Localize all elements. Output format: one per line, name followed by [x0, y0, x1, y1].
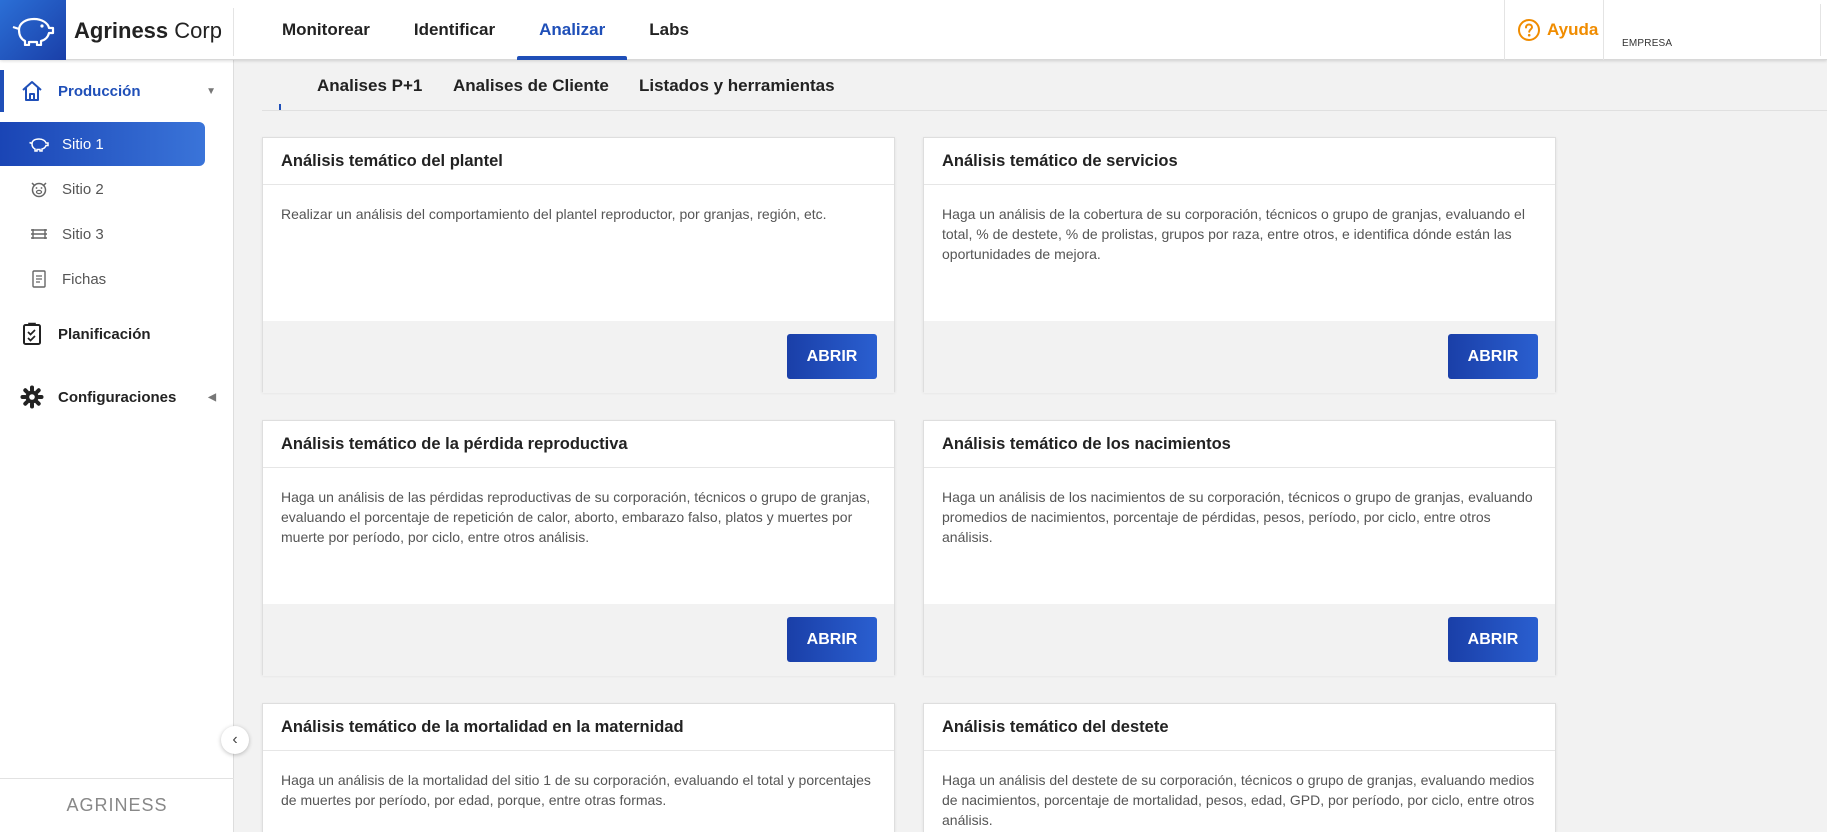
- card-description: Realizar un análisis del comportamiento …: [281, 206, 827, 222]
- open-button[interactable]: ABRIR: [1448, 617, 1538, 662]
- sidebar-item-fichas[interactable]: Fichas: [0, 257, 205, 301]
- brand-name: Agriness Corp: [74, 18, 222, 43]
- pen-icon: [28, 227, 50, 241]
- card-title: Análisis temático del destete: [924, 704, 1555, 751]
- tab-analises-p1[interactable]: Analises P+1: [317, 76, 422, 96]
- sidebar-item-sitio-3[interactable]: Sitio 3: [0, 212, 205, 256]
- card-footer: ABRIR: [263, 604, 894, 676]
- sidebar-item-sitio-1[interactable]: Sitio 1: [0, 122, 205, 166]
- pig-icon: [28, 136, 50, 152]
- nav-analizar[interactable]: Analizar: [517, 0, 628, 60]
- chevron-left-icon: ‹: [232, 731, 238, 748]
- checklist-icon: [20, 322, 44, 346]
- home-icon: [20, 79, 44, 103]
- sidebar-group-label: Planificación: [58, 325, 151, 343]
- nav-labs[interactable]: Labs: [627, 0, 711, 60]
- analysis-card-mortalidad-maternidad: Análisis temático de la mortalidad en la…: [262, 703, 895, 832]
- divider: [233, 8, 234, 56]
- tab-listados-herramientas[interactable]: Listados y herramientas: [639, 76, 835, 96]
- card-title: Análisis temático de la mortalidad en la…: [263, 704, 894, 751]
- piglet-face-icon: [28, 180, 50, 198]
- app-logo[interactable]: [0, 0, 66, 60]
- tab-analises-cliente[interactable]: Analises de Cliente: [453, 76, 609, 96]
- pig-logo-icon: [12, 17, 55, 46]
- card-title: Análisis temático del plantel: [263, 138, 894, 185]
- sidebar-group-configuraciones[interactable]: Configuraciones ◀: [0, 376, 234, 418]
- sidebar-group-label: Producción: [58, 82, 141, 100]
- sidebar-item-sitio-2[interactable]: Sitio 2: [0, 167, 205, 211]
- card-footer: ABRIR: [924, 321, 1555, 393]
- sidebar-group-label: Configuraciones: [58, 388, 177, 406]
- analysis-card-plantel: Análisis temático del plantel Realizar u…: [262, 137, 895, 393]
- open-button[interactable]: ABRIR: [787, 334, 877, 379]
- card-description: Haga un análisis de la mortalidad del si…: [281, 772, 871, 808]
- card-footer: ABRIR: [263, 321, 894, 393]
- active-tab-indicator: [279, 104, 281, 110]
- open-button[interactable]: ABRIR: [787, 617, 877, 662]
- analysis-card-servicios: Análisis temático de servicios Haga un a…: [923, 137, 1556, 393]
- card-description: Haga un análisis de las pérdidas reprodu…: [281, 489, 871, 545]
- sidebar-group-planificacion[interactable]: Planificación: [0, 313, 234, 355]
- top-bar: Agriness Corp Monitorear Identificar Ana…: [0, 0, 1827, 60]
- help-label: Ayuda: [1547, 20, 1599, 39]
- nav-identificar[interactable]: Identificar: [392, 0, 517, 60]
- gear-icon: [20, 385, 44, 409]
- chevron-down-icon: ▼: [206, 85, 216, 97]
- card-title: Análisis temático de la pérdida reproduc…: [263, 421, 894, 468]
- company-label[interactable]: EMPRESA: [1622, 38, 1672, 49]
- card-title: Análisis temático de servicios: [924, 138, 1555, 185]
- analysis-card-perdida-reproductiva: Análisis temático de la pérdida reproduc…: [262, 420, 895, 676]
- nav-monitorear[interactable]: Monitorear: [260, 0, 392, 60]
- card-description: Haga un análisis de la cobertura de su c…: [942, 206, 1525, 262]
- open-button[interactable]: ABRIR: [1448, 334, 1538, 379]
- chevron-left-icon: ◀: [208, 391, 216, 403]
- sidebar-item-label: Fichas: [62, 270, 107, 288]
- sidebar-item-label: Sitio 1: [62, 135, 104, 153]
- help-button[interactable]: Ayuda: [1504, 0, 1604, 60]
- card-description: Haga un análisis de los nacimientos de s…: [942, 489, 1533, 545]
- card-footer: ABRIR: [924, 604, 1555, 676]
- sidebar-group-produccion[interactable]: Producción ▼: [0, 70, 234, 112]
- document-icon: [28, 269, 50, 289]
- card-title: Análisis temático de los nacimientos: [924, 421, 1555, 468]
- analysis-card-destete: Análisis temático del destete Haga un an…: [923, 703, 1556, 832]
- sub-tabs: Analises P+1 Analises de Cliente Listado…: [262, 60, 1827, 111]
- sidebar: Producción ▼ Sitio 1 Sitio 2 Sitio 3 Fic…: [0, 60, 234, 832]
- card-description: Haga un análisis del destete de su corpo…: [942, 772, 1535, 828]
- collapse-sidebar-button[interactable]: ‹: [221, 726, 249, 754]
- sidebar-item-label: Sitio 2: [62, 180, 104, 198]
- question-circle-icon: [1518, 19, 1540, 41]
- sidebar-item-label: Sitio 3: [62, 225, 104, 243]
- footer-logo: AGRINESS: [0, 778, 234, 832]
- main-nav: Monitorear Identificar Analizar Labs: [260, 0, 711, 60]
- divider: [1820, 4, 1821, 56]
- analysis-card-nacimientos: Análisis temático de los nacimientos Hag…: [923, 420, 1556, 676]
